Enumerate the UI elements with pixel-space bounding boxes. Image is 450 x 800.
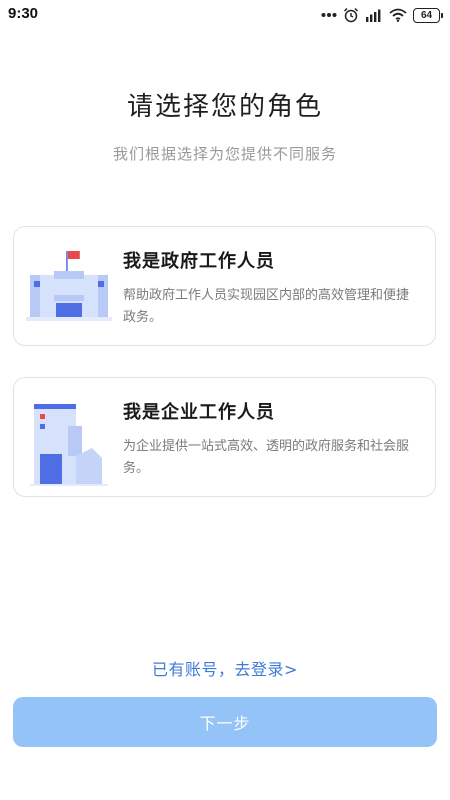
login-link[interactable]: 已有账号，去登录> [0, 656, 450, 680]
wifi-icon [389, 8, 407, 22]
role-title-government: 我是政府工作人员 [123, 251, 275, 272]
role-card-government[interactable]: 我是政府工作人员 帮助政府工作人员实现园区内部的高效管理和便捷政务。 [13, 226, 436, 346]
status-icons: 64 [321, 6, 443, 24]
role-description-government: 帮助政府工作人员实现园区内部的高效管理和便捷政务。 [123, 288, 410, 325]
alarm-icon [343, 7, 359, 23]
next-step-button[interactable]: 下一步 [13, 697, 437, 747]
enterprise-building-icon [26, 396, 112, 490]
battery-icon: 64 [413, 7, 443, 23]
page-title: 请选择您的角色 [126, 92, 323, 122]
role-title-enterprise: 我是企业工作人员 [123, 402, 275, 423]
status-bar: 9:30 64 [0, 0, 450, 30]
role-description-enterprise: 为企业提供一站式高效、透明的政府服务和社会服务。 [123, 439, 410, 476]
more-dots-icon [321, 12, 337, 18]
signal-icon [365, 7, 383, 23]
government-building-icon [26, 245, 112, 339]
role-card-enterprise[interactable]: 我是企业工作人员 为企业提供一站式高效、透明的政府服务和社会服务。 [13, 377, 436, 497]
page-subtitle: 我们根据选择为您提供不同服务 [112, 145, 337, 163]
status-time: 9:30 [8, 5, 39, 22]
